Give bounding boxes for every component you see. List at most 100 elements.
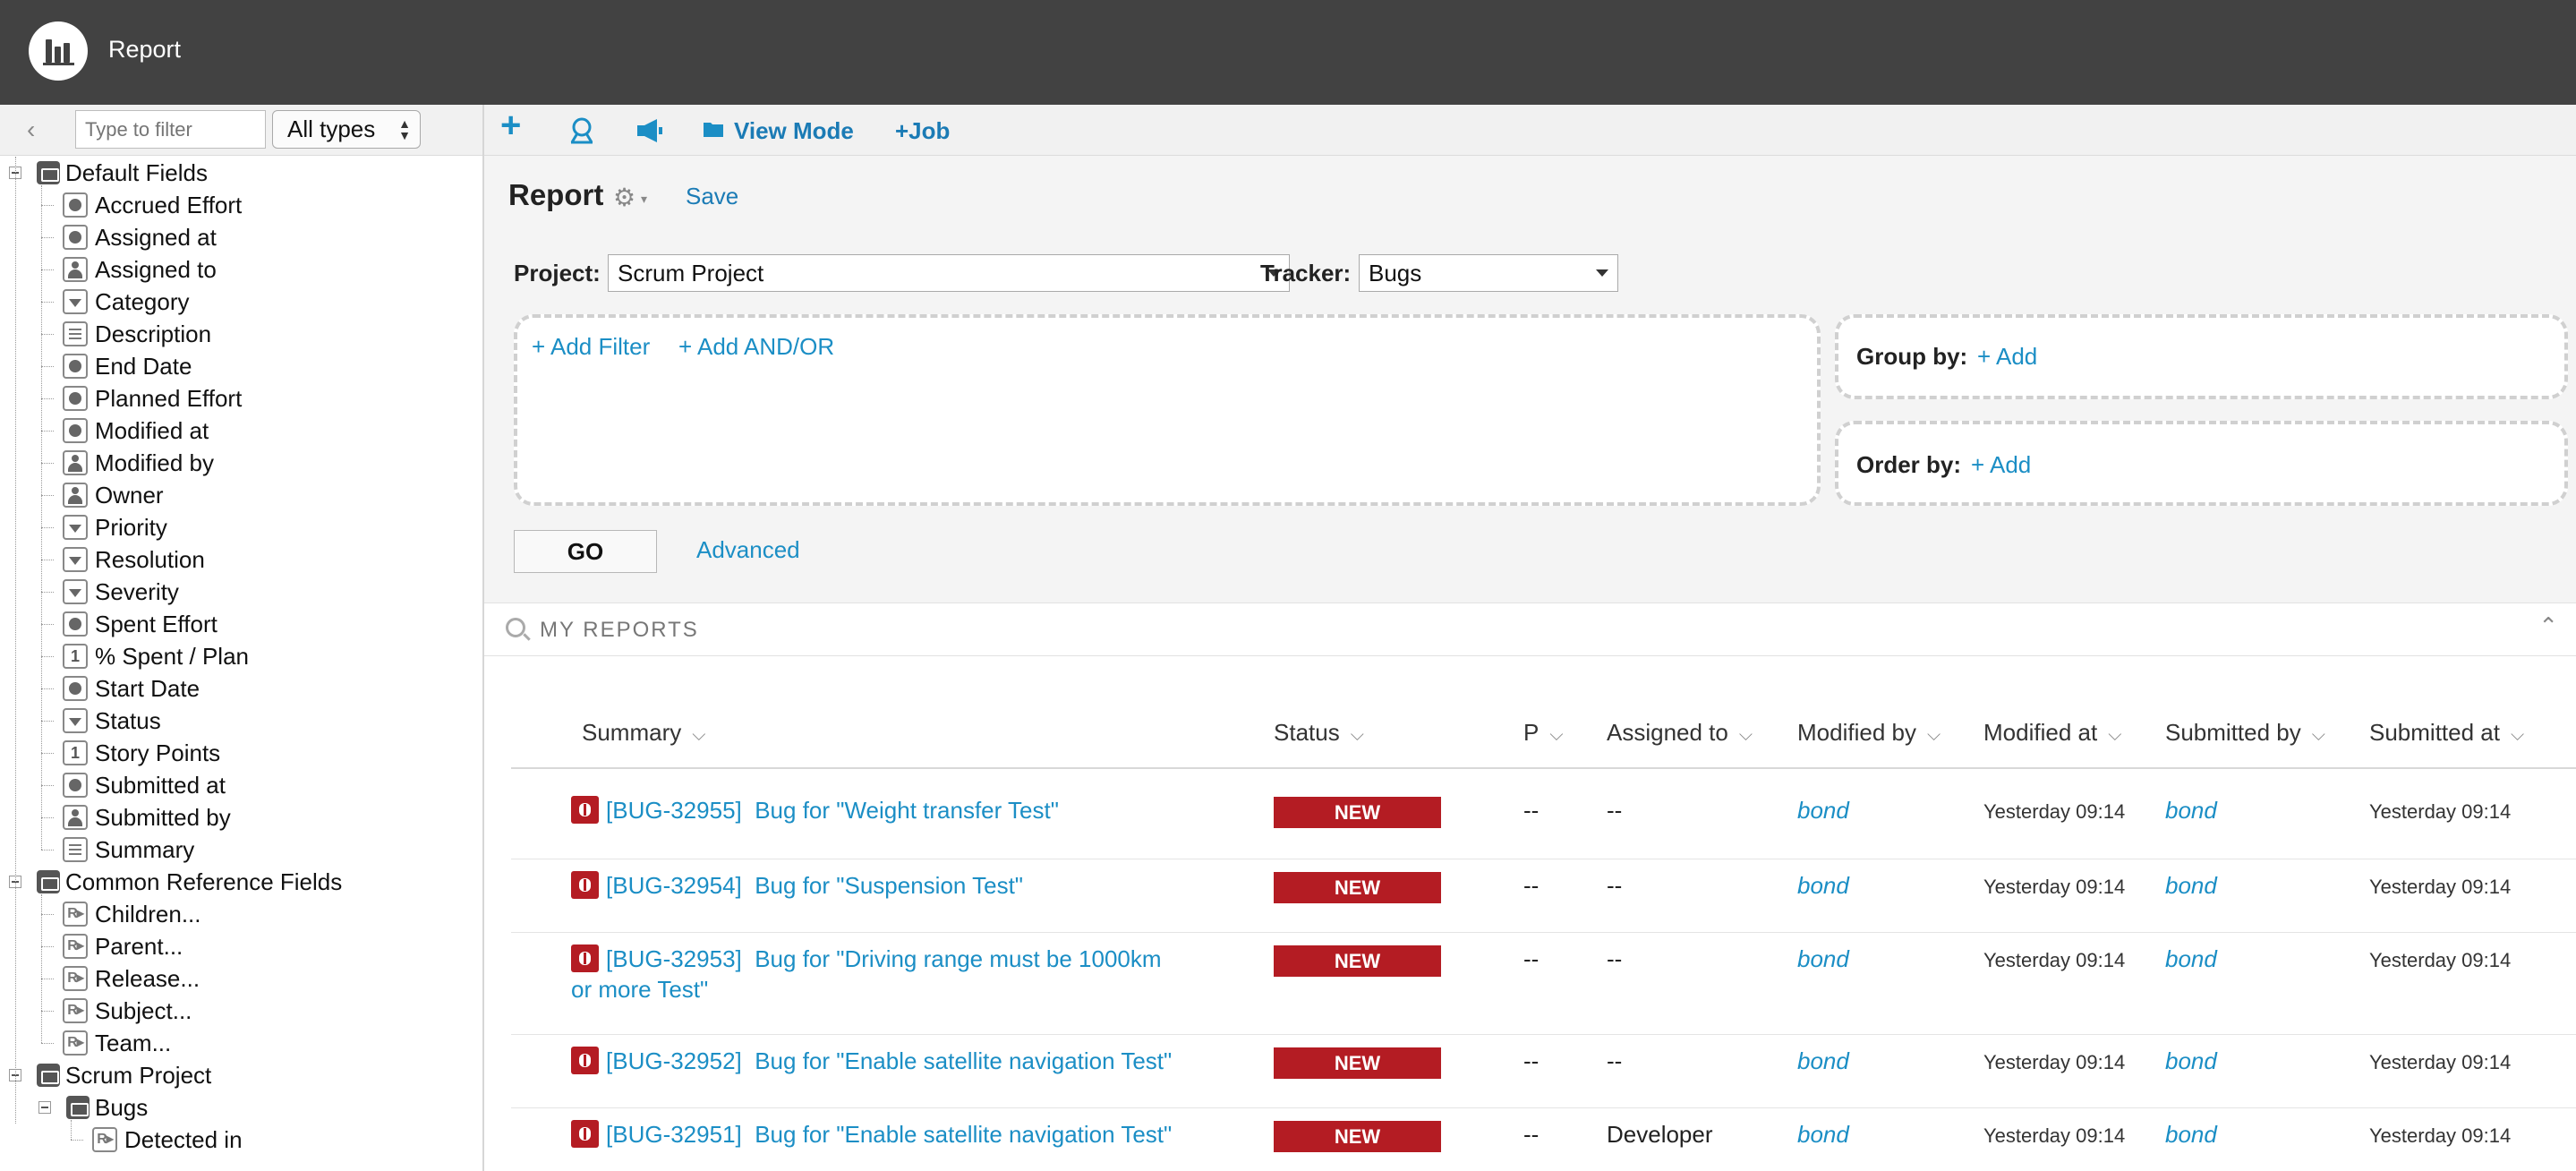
tree-field[interactable]: R▸ Parent... — [0, 930, 482, 962]
tree-connector — [41, 1043, 54, 1044]
column-header-submitted-by[interactable]: Submitted by ⌵ — [2165, 719, 2325, 747]
tree-field[interactable]: 1 Story Points — [0, 737, 482, 769]
tree-folder[interactable]: Scrum Project — [0, 1059, 482, 1091]
gear-icon[interactable]: ⚙ — [613, 183, 635, 212]
announce-icon[interactable] — [634, 115, 664, 151]
search-icon[interactable] — [506, 618, 525, 637]
submitted-by-link[interactable]: bond — [2165, 1121, 2217, 1149]
issue-id-link[interactable]: [BUG-32953] — [606, 945, 742, 972]
query-icon[interactable] — [567, 115, 597, 151]
tree-field[interactable]: R▸ Subject... — [0, 995, 482, 1027]
tree-field[interactable]: Accrued Effort — [0, 189, 482, 221]
table-row[interactable]: [BUG-32954] Bug for "Suspension Test" NEW… — [484, 859, 2576, 932]
tree-field[interactable]: Assigned at — [0, 221, 482, 253]
tree-field[interactable]: Start Date — [0, 672, 482, 705]
submitted-by-link[interactable]: bond — [2165, 1047, 2217, 1075]
tree-field[interactable]: Planned Effort — [0, 382, 482, 415]
tree-connector — [41, 817, 54, 818]
tree-folder[interactable]: Common Reference Fields — [0, 866, 482, 898]
column-header-assigned-to[interactable]: Assigned to ⌵ — [1607, 719, 1753, 747]
issue-title-link[interactable]: Bug for "Enable satellite navigation Tes… — [755, 1047, 1172, 1074]
tree-folder[interactable]: Default Fields — [0, 157, 482, 189]
table-row[interactable]: [BUG-32955] Bug for "Weight transfer Tes… — [484, 783, 2576, 859]
tree-field[interactable]: R▸ Team... — [0, 1027, 482, 1059]
tree-field[interactable]: Summary — [0, 833, 482, 866]
summary-cell[interactable]: [BUG-32953] Bug for "Driving range must … — [571, 944, 1162, 1004]
tree-field[interactable]: Spent Effort — [0, 608, 482, 640]
summary-cell[interactable]: [BUG-32952] Bug for "Enable satellite na… — [571, 1046, 1251, 1076]
filter-input[interactable] — [75, 110, 266, 149]
tree-connector — [41, 592, 54, 593]
tree-field[interactable]: Owner — [0, 479, 482, 511]
tree-field[interactable]: Severity — [0, 576, 482, 608]
summary-cell[interactable]: [BUG-32951] Bug for "Enable satellite na… — [571, 1119, 1251, 1150]
tree-field[interactable]: 1 % Spent / Plan — [0, 640, 482, 672]
project-select[interactable]: Scrum Project — [608, 254, 1290, 292]
collapse-panel-icon[interactable]: ‹ — [27, 117, 35, 142]
column-header-modified-by[interactable]: Modified by ⌵ — [1797, 719, 1941, 747]
tree-field[interactable]: Modified at — [0, 415, 482, 447]
priority-cell: -- — [1523, 945, 1540, 972]
tree-field[interactable]: Assigned to — [0, 253, 482, 286]
types-select[interactable]: All types ▲ ▼ — [272, 110, 421, 149]
tree-field[interactable]: Status — [0, 705, 482, 737]
table-row[interactable]: [BUG-32953] Bug for "Driving range must … — [484, 932, 2576, 1034]
submitted-by-link[interactable]: bond — [2165, 945, 2217, 973]
issue-id-link[interactable]: [BUG-32951] — [606, 1121, 742, 1148]
tree-field[interactable]: Submitted at — [0, 769, 482, 801]
modified-by-link[interactable]: bond — [1797, 945, 1849, 973]
tree-field[interactable]: Modified by — [0, 447, 482, 479]
issue-title-link[interactable]: Bug for "Enable satellite navigation Tes… — [755, 1121, 1172, 1148]
tree-field[interactable]: R▸ Detected in — [0, 1124, 482, 1156]
tree-field[interactable]: Description — [0, 318, 482, 350]
view-mode-icon[interactable] — [702, 117, 725, 146]
table-row[interactable]: [BUG-32952] Bug for "Enable satellite na… — [484, 1034, 2576, 1107]
add-andor-link[interactable]: + Add AND/OR — [678, 333, 834, 361]
modified-by-link[interactable]: bond — [1797, 1047, 1849, 1075]
tree-field[interactable]: Submitted by — [0, 801, 482, 833]
column-header-modified-at[interactable]: Modified at ⌵ — [1983, 719, 2121, 747]
column-header-priority[interactable]: P ⌵ — [1523, 719, 1564, 747]
issue-id-link[interactable]: [BUG-32955] — [606, 797, 742, 824]
submitted-by-link[interactable]: bond — [2165, 872, 2217, 900]
tree-field[interactable]: Resolution — [0, 543, 482, 576]
summary-cell[interactable]: [BUG-32955] Bug for "Weight transfer Tes… — [571, 795, 1251, 825]
tree-field[interactable]: End Date — [0, 350, 482, 382]
tree-field[interactable]: Priority — [0, 511, 482, 543]
add-icon[interactable]: + — [500, 107, 521, 143]
user-icon — [63, 450, 88, 475]
column-header-submitted-at[interactable]: Submitted at ⌵ — [2369, 719, 2524, 747]
my-reports-bar[interactable]: MY REPORTS ⌃ — [484, 603, 2576, 656]
group-by-add-link[interactable]: + Add — [1977, 343, 2037, 371]
gear-dropdown-icon[interactable]: ▾ — [641, 192, 647, 207]
summary-cell[interactable]: [BUG-32954] Bug for "Suspension Test" — [571, 870, 1251, 901]
column-header-summary[interactable]: Summary ⌵ — [582, 719, 705, 747]
chevron-up-icon[interactable]: ⌃ — [2538, 612, 2558, 640]
column-header-status[interactable]: Status ⌵ — [1274, 719, 1364, 747]
issue-id-link[interactable]: [BUG-32954] — [606, 872, 742, 899]
go-button[interactable]: GO — [514, 530, 657, 573]
tree-field[interactable]: R▸ Children... — [0, 898, 482, 930]
project-label: Project: — [514, 260, 601, 286]
modified-by-link[interactable]: bond — [1797, 872, 1849, 900]
report-logo-icon[interactable] — [29, 21, 88, 81]
collapse-tree-icon[interactable] — [38, 1101, 51, 1114]
add-filter-link[interactable]: + Add Filter — [532, 333, 650, 361]
order-by-add-link[interactable]: + Add — [1971, 451, 2031, 479]
modified-by-link[interactable]: bond — [1797, 797, 1849, 825]
tree-field[interactable]: Category — [0, 286, 482, 318]
tree-field[interactable]: R▸ Release... — [0, 962, 482, 995]
issue-title-link[interactable]: Bug for "Weight transfer Test" — [755, 797, 1059, 824]
add-job-button[interactable]: +Job — [895, 117, 950, 145]
tracker-select[interactable]: Bugs — [1359, 254, 1618, 292]
tree-subfolder[interactable]: Bugs — [0, 1091, 482, 1124]
advanced-link[interactable]: Advanced — [696, 536, 800, 564]
issue-id-link[interactable]: [BUG-32952] — [606, 1047, 742, 1074]
issue-title-link[interactable]: Bug for "Suspension Test" — [755, 872, 1023, 899]
table-row[interactable]: [BUG-32951] Bug for "Enable satellite na… — [484, 1107, 2576, 1171]
view-mode-button[interactable]: View Mode — [734, 117, 854, 145]
tree-field-label: Modified by — [95, 449, 214, 476]
save-link[interactable]: Save — [686, 183, 738, 210]
submitted-by-link[interactable]: bond — [2165, 797, 2217, 825]
modified-by-link[interactable]: bond — [1797, 1121, 1849, 1149]
